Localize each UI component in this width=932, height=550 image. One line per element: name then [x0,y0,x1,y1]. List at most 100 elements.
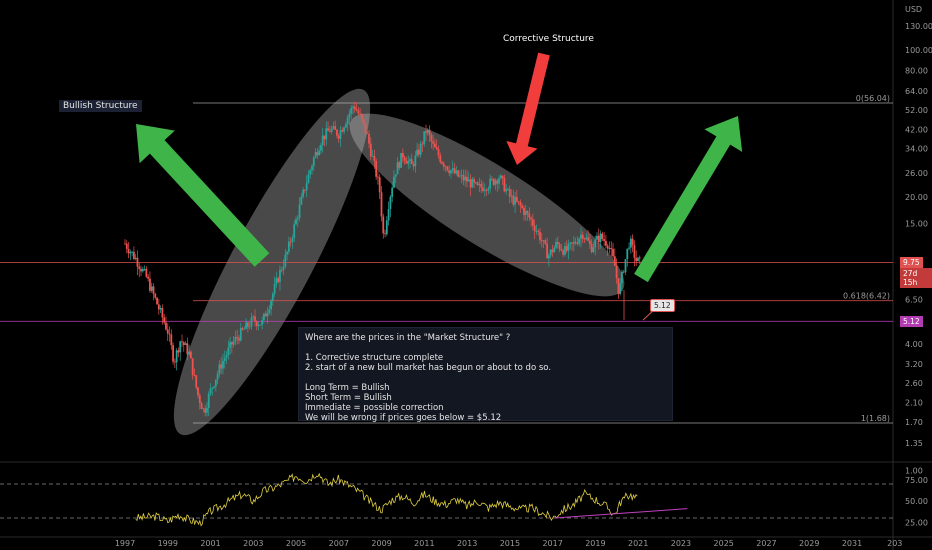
candle-body [230,342,233,345]
candle-body [323,135,326,140]
y-tick-label: 3.20 [905,360,923,369]
candle-body [375,160,378,177]
candle-body [243,328,246,330]
indicator-y-tick: 25.00 [905,518,928,527]
candle-body [206,407,208,413]
level-label-2: 0.618(6.42) [843,292,890,301]
candle-body [359,113,362,115]
candle-body [236,336,239,339]
candle-body [284,254,287,267]
candle-body [531,219,534,226]
x-tick-label: 2027 [756,539,776,548]
y-tick-label: 34.00 [905,145,928,154]
candle-body [166,329,169,334]
candle-body [264,313,267,317]
candle-body [268,309,271,313]
candle-body [596,235,598,240]
x-tick-label: 2013 [457,539,477,548]
candle-body [540,240,543,242]
candle-body [410,159,413,165]
candle-body [507,188,509,190]
candle-body [254,316,256,322]
candle-body [190,351,192,359]
candle-body [530,217,533,220]
candle-body [150,286,153,291]
candle-body [499,175,502,179]
candle-body [572,241,575,244]
candle-body [277,278,280,283]
candle-body [542,240,545,242]
candle-body [555,241,557,248]
candle-body [252,316,255,318]
candle-body [489,178,492,189]
candle-body [548,255,550,259]
candle-body [458,175,461,177]
candle-body [193,375,196,376]
candle-body [175,350,178,363]
candle-body [209,388,212,394]
candle-body [147,276,150,279]
price-chart[interactable]: 0(56.04) 0.618(6.42) 1(1.68) 130.00 100.00 8… [0,0,932,550]
candle-body [134,257,137,259]
candle-body [380,192,383,217]
candle-body [339,130,342,139]
candle-body [407,160,410,164]
candle-body [328,130,331,132]
candle-body [248,326,251,328]
candle-body [451,168,454,171]
candle-body [207,393,210,408]
candle-body [549,249,552,256]
y-tick-label: 6.50 [905,296,923,305]
candle-body [149,278,151,291]
candle-body [350,107,353,114]
candle-body [578,238,581,244]
candle-body [378,177,381,193]
candle-body [353,106,356,110]
candle-body [303,189,306,191]
candle-body [446,166,449,171]
candle-body [606,245,609,249]
candle-body [197,387,199,396]
candle-body [464,176,467,181]
candle-body [448,170,451,174]
candle-body [213,386,215,388]
candle-body [124,243,126,245]
candle-body [508,188,511,197]
candle-body [293,224,296,238]
candle-body [216,373,219,380]
candle-body [223,357,226,361]
y-tick-label: 1.70 [905,418,923,427]
indicator-y-tick: 75.00 [905,476,928,485]
candle-body [200,403,203,409]
candle-body [599,233,602,242]
candle-body [437,149,440,156]
candle-body [485,189,488,191]
candle-body [537,231,540,232]
candle-body [412,164,415,167]
candle-body [505,189,508,192]
candle-body [441,161,443,164]
candle-body [318,150,321,156]
candle-body [462,174,465,181]
candle-body [384,233,386,235]
level-label-0: 0(56.04) [856,94,890,103]
candle-body [371,155,374,157]
candle-body [421,143,424,145]
candle-body [551,249,554,253]
candle-body [391,187,394,197]
y-tick-label: 42.00 [905,125,928,134]
candle-body [138,266,141,269]
x-tick-label: 2005 [286,539,306,548]
candle-body [425,131,427,133]
candle-body [204,408,207,413]
candle-body [612,248,614,257]
y-tick-label: 20.00 [905,193,928,202]
candle-body [597,235,600,242]
candle-body [191,358,194,376]
candle-body [352,106,354,108]
candle-body [307,174,310,184]
candle-body [498,178,500,184]
x-tick-label: 1999 [158,539,178,548]
bullish-arrow-right [634,116,743,283]
y-tick-label: 80.00 [905,67,928,76]
